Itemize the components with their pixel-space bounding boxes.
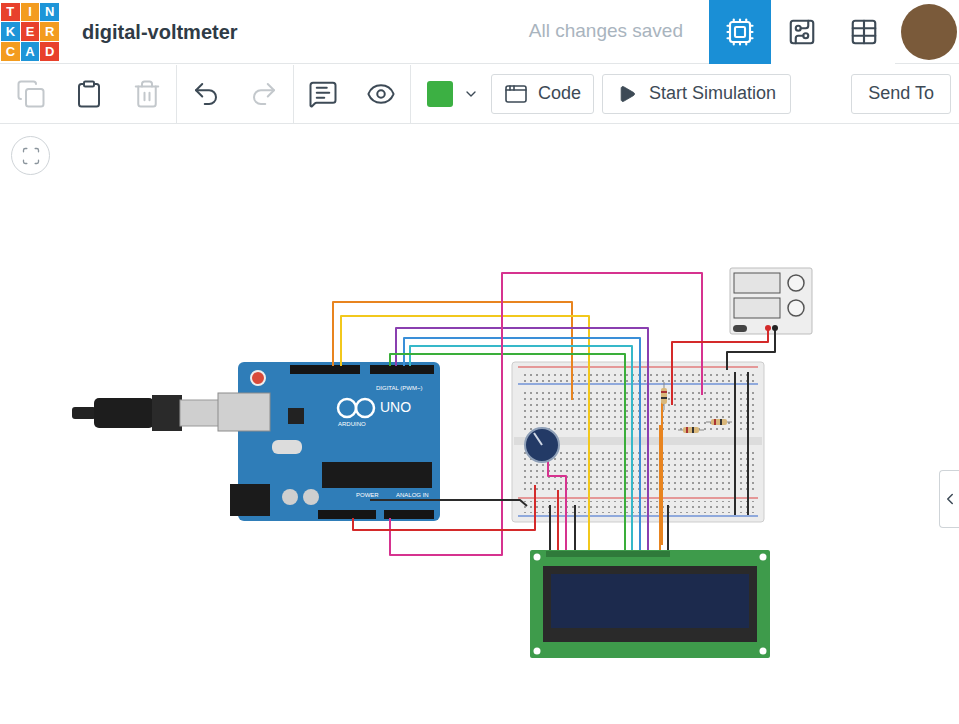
start-simulation-button[interactable]: Start Simulation (602, 74, 791, 114)
wire[interactable] (557, 490, 559, 552)
wire[interactable] (659, 425, 661, 552)
wire[interactable] (396, 328, 648, 552)
positive-terminal[interactable] (765, 325, 771, 331)
code-icon (504, 82, 528, 106)
wire[interactable] (549, 505, 551, 552)
toolbar: CodeStart Simulation Send To (0, 64, 959, 124)
code-button[interactable]: Code (491, 74, 594, 114)
lcd-display[interactable] (530, 550, 770, 658)
resistor[interactable] (706, 419, 732, 425)
save-status: All changes saved (529, 17, 683, 46)
logo-letter: E (21, 22, 40, 41)
wire[interactable] (410, 346, 632, 552)
wire[interactable] (353, 485, 535, 530)
user-avatar[interactable] (901, 4, 957, 60)
power-label: POWER (356, 492, 379, 498)
tool-icon (74, 79, 104, 109)
tool-icon (191, 79, 221, 109)
color-picker[interactable] (423, 72, 483, 116)
tool-icon (132, 79, 162, 109)
toolbar-tool[interactable] (177, 65, 235, 123)
wire[interactable] (341, 316, 589, 552)
toolbar-tool[interactable] (294, 65, 352, 123)
play-icon (617, 84, 637, 104)
wire[interactable] (672, 328, 768, 405)
dropdown-icon (463, 86, 479, 102)
potentiometer[interactable] (525, 428, 559, 462)
chevron-left-icon (941, 490, 959, 508)
brand-label: ARDUINO (338, 421, 366, 427)
wire[interactable] (747, 372, 749, 515)
digital-label: DIGITAL (PWM~) (376, 385, 423, 391)
logo-letter: D (40, 42, 59, 61)
resistor[interactable] (661, 382, 667, 410)
wire[interactable] (404, 338, 640, 552)
fit-view-button[interactable] (11, 136, 50, 175)
toolbar-tool[interactable] (2, 65, 60, 123)
wire[interactable] (727, 330, 775, 370)
tool-icon (366, 79, 396, 109)
power-supply[interactable] (730, 268, 812, 334)
breadboard[interactable] (512, 362, 764, 522)
logo-letter: I (21, 3, 40, 22)
view-icon (787, 17, 817, 47)
color-swatch (427, 81, 453, 107)
header-bar: TIN KER CADdigital-voltmeter All changes sa… (0, 0, 959, 64)
side-panel-toggle[interactable] (939, 470, 959, 528)
fit-view-icon (21, 146, 41, 166)
model-label: UNO (380, 399, 411, 415)
logo-letter: N (40, 3, 59, 22)
wire[interactable] (390, 354, 625, 552)
view-icon (725, 17, 755, 47)
view-button[interactable] (709, 0, 771, 64)
wire[interactable] (734, 372, 736, 515)
tinkercad-app: TIN KER CADdigital-voltmeter All changes sa… (0, 0, 959, 724)
document-title[interactable]: digital-voltmeter (82, 17, 238, 47)
logo-letter: T (1, 3, 20, 22)
wire[interactable] (390, 273, 702, 555)
view-icon (849, 17, 879, 47)
logo-letter: C (1, 42, 20, 61)
tool-icon (249, 79, 279, 109)
view-button[interactable] (771, 0, 833, 64)
usb-cable[interactable] (72, 395, 220, 431)
arduino-uno[interactable]: DIGITAL (PWM~) UNO ARDUINO POWER ANALOG IN (218, 362, 440, 521)
toolbar-divider (410, 65, 411, 123)
negative-terminal[interactable] (772, 325, 778, 331)
analog-label: ANALOG IN (396, 492, 429, 498)
circuit-canvas[interactable]: DIGITAL (PWM~) UNO ARDUINO POWER ANALOG IN (0, 124, 959, 724)
circuit-drawing: DIGITAL (PWM~) UNO ARDUINO POWER ANALOG IN (0, 124, 959, 724)
view-button[interactable] (833, 0, 895, 64)
logo-letter: K (1, 22, 20, 41)
wire[interactable] (574, 505, 576, 552)
wire[interactable] (548, 460, 566, 552)
tool-icon (308, 79, 338, 109)
toolbar-tool[interactable] (235, 65, 293, 123)
logo-letter: A (21, 42, 40, 61)
wire[interactable] (370, 500, 527, 506)
toolbar-tool[interactable] (352, 65, 410, 123)
tool-icon (16, 79, 46, 109)
toolbar-tool[interactable] (60, 65, 118, 123)
toolbar-tool[interactable] (118, 65, 176, 123)
tinkercad-logo[interactable]: TIN KER CAD (1, 3, 59, 61)
resistor[interactable] (678, 427, 704, 433)
wire[interactable] (667, 505, 669, 552)
wire[interactable] (661, 400, 663, 545)
send-to-button[interactable]: Send To (851, 74, 951, 114)
logo-letter: R (40, 22, 59, 41)
view-switcher (709, 0, 895, 64)
